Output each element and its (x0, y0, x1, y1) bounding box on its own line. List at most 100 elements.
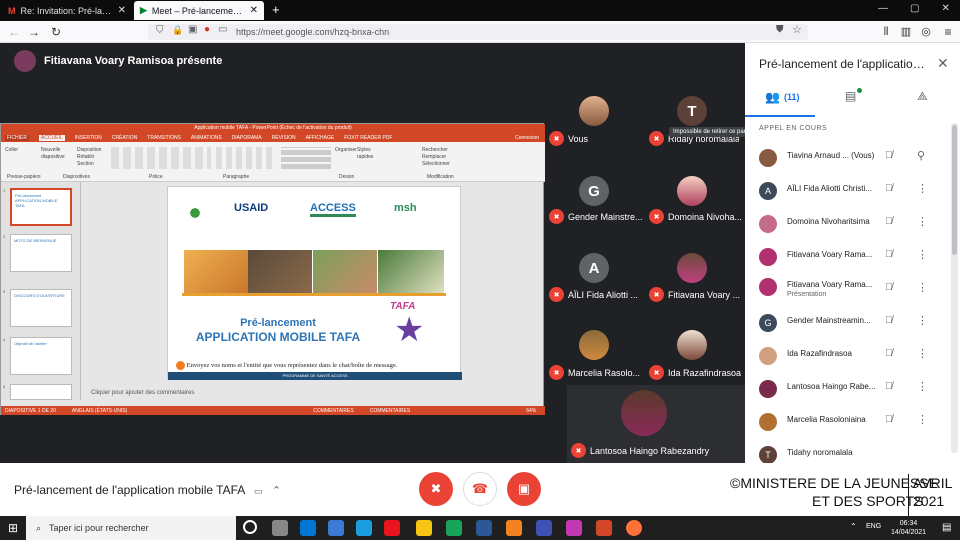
mic-off-icon[interactable]: 🎙̸ (885, 183, 893, 194)
ribbon-arrange[interactable]: Organiser (335, 147, 357, 154)
status-comments[interactable]: COMMENTAIRES (370, 408, 410, 414)
leave-call-button[interactable]: ☎ (463, 472, 497, 506)
maximize-button[interactable]: ▢ (910, 3, 919, 14)
ppt-menu-slideshow[interactable]: DIAPORAMA (232, 135, 262, 141)
status-notes[interactable]: COMMENTAIRES (313, 408, 353, 414)
ribbon-font-controls[interactable] (111, 147, 211, 169)
caption-icon[interactable]: ▭ (254, 486, 263, 496)
ppt-connexion[interactable]: Connexion (515, 135, 539, 141)
tile-ida[interactable]: ✖ Ida Razafindrasoa (649, 365, 741, 380)
new-tab-button[interactable]: + (272, 2, 280, 17)
more-options-icon[interactable]: ⋮ (917, 314, 928, 327)
cortana-icon[interactable] (243, 520, 257, 534)
ribbon-find[interactable]: Rechercher (422, 147, 448, 154)
mic-off-icon[interactable]: 🎙̸ (885, 381, 893, 392)
tile-domoina[interactable]: ✖ Domoina Nivoha... (649, 209, 742, 224)
mail-icon[interactable] (300, 520, 316, 536)
ppt-menu-view[interactable]: AFFICHAGE (306, 135, 335, 141)
opera-icon[interactable] (384, 520, 400, 536)
tab-gmail[interactable]: M Re: Invitation: Pré-lancement d ✕ (2, 1, 132, 20)
ppt-menu-design[interactable]: CRÉATION (112, 135, 137, 141)
ribbon-new-slide[interactable]: Nouvelle diapositive (41, 147, 69, 161)
mic-off-icon[interactable]: 🎙̸ (885, 282, 893, 293)
vlc-icon[interactable] (506, 520, 522, 536)
taskbar-search[interactable]: ⌕ Taper ici pour rechercher (26, 516, 236, 540)
participant-row[interactable]: G Gender Mainstreamin... 🎙̸ ⋮ (745, 306, 953, 339)
participant-row[interactable]: Fitiavana Voary Rama... 🎙̸ ⋮ (745, 240, 953, 273)
camera-toggle-button[interactable]: ▣ (507, 472, 541, 506)
tile-vous[interactable]: ✖ Vous (549, 131, 588, 146)
sidebar-icon[interactable]: ▥ (898, 24, 914, 40)
tab-people[interactable]: 👥 (11) (765, 90, 799, 104)
mic-off-icon[interactable]: 🎙̸ (885, 249, 893, 260)
forward-icon[interactable]: → (26, 24, 42, 40)
bookmark-star-icon[interactable]: ☆ (792, 23, 802, 36)
windows-start-icon[interactable]: ⊞ (0, 516, 26, 540)
app-icon[interactable] (566, 520, 582, 536)
more-options-icon[interactable]: ⋮ (917, 380, 928, 393)
screen-share-icon[interactable]: ▭ (218, 24, 227, 35)
slide-thumbnail[interactable]: MOTS DE BIENVENUE (10, 234, 72, 272)
tile-marcelia[interactable]: ✖ Marcelia Rasolo... (549, 365, 640, 380)
participant-row[interactable]: Fitiavana Voary Rama... Présentation 🎙̸ … (745, 273, 953, 306)
mic-off-icon[interactable]: 🎙̸ (885, 348, 893, 359)
ppt-menu-animations[interactable]: ANIMATIONS (191, 135, 222, 141)
slide-thumbnail[interactable]: DISCOURS D'OUVERTURE (10, 289, 72, 327)
task-view-icon[interactable] (272, 520, 288, 536)
ribbon-paragraph-controls[interactable] (216, 147, 276, 169)
app-icon[interactable] (536, 520, 552, 536)
chevron-up-icon[interactable]: ⌃ (272, 485, 281, 497)
participant-row[interactable]: T Tidahy noromalala (745, 438, 953, 463)
ribbon-quick-styles[interactable]: Styles rapides (357, 147, 379, 161)
status-language[interactable]: ANGLAIS (ÉTATS-UNIS) (72, 408, 127, 414)
pin-icon[interactable]: ⚲ (917, 149, 925, 162)
participant-row[interactable]: A AÏLI Fida Aliotti Christi... 🎙̸ ⋮ (745, 174, 953, 207)
ppt-menu-review[interactable]: RÉVISION (272, 135, 296, 141)
scrollbar-thumb[interactable] (952, 125, 957, 255)
menu-icon[interactable]: ≡ (940, 24, 956, 40)
ppt-menu-home[interactable]: ACCUEIL (39, 134, 65, 141)
mic-toggle-button[interactable]: ✖ (419, 472, 453, 506)
ppt-menu-foxit[interactable]: FOXIT READER PDF (344, 135, 392, 141)
reload-icon[interactable]: ↻ (48, 24, 64, 40)
more-options-icon[interactable]: ⋮ (917, 182, 928, 195)
ribbon-select[interactable]: Sélectionner (422, 161, 450, 168)
participant-row[interactable]: Ida Razafindrasoa 🎙̸ ⋮ (745, 339, 953, 372)
ppt-menu-file[interactable]: FICHIER (5, 134, 29, 141)
more-options-icon[interactable]: ⋮ (917, 347, 928, 360)
firefox-icon[interactable] (626, 520, 642, 536)
back-icon[interactable]: ← (6, 24, 22, 40)
app-icon[interactable] (446, 520, 462, 536)
close-icon[interactable]: ✕ (937, 55, 949, 72)
library-icon[interactable]: ⫴ (878, 24, 894, 40)
participant-row[interactable]: Domoina Nivoharitsima 🎙̸ ⋮ (745, 207, 953, 240)
ribbon-reset[interactable]: Rétablir (77, 154, 94, 161)
language-indicator[interactable]: ENG (866, 523, 881, 530)
mic-off-icon[interactable]: 🎙̸ (885, 150, 893, 161)
more-options-icon[interactable]: ⋮ (917, 215, 928, 228)
minimize-button[interactable]: — (878, 3, 888, 14)
tile-gender[interactable]: ✖ Gender Mainstre... (549, 209, 643, 224)
activities-icon[interactable]: ⟁ (917, 89, 928, 104)
more-options-icon[interactable]: ⋮ (917, 248, 928, 261)
participant-row[interactable]: Marcelia Rasoloniaina 🎙̸ ⋮ (745, 405, 953, 438)
ppt-menu-transitions[interactable]: TRANSITIONS (147, 135, 181, 141)
slide-thumbnail[interactable]: Objectif de l'atelier (10, 337, 72, 375)
close-tab-icon[interactable]: ✕ (250, 5, 258, 16)
edge-icon[interactable] (356, 520, 372, 536)
ribbon-paste[interactable]: Coller (5, 147, 18, 154)
tile-aili[interactable]: ✖ AÏLI Fida Aliotti ... (549, 287, 638, 302)
notification-icon[interactable]: ▤ (942, 522, 951, 533)
store-icon[interactable] (416, 520, 432, 536)
clock[interactable]: 06:34 14/04/2021 (891, 519, 926, 537)
ppt-menu-insert[interactable]: INSERTION (75, 135, 102, 141)
more-options-icon[interactable]: ⋮ (917, 281, 928, 294)
mic-off-icon[interactable]: 🎙̸ (885, 414, 893, 425)
mic-off-icon[interactable]: 🎙̸ (885, 315, 893, 326)
slide-thumbnail[interactable]: Pré-lancement APPLICATION MOBILE TAFA (10, 188, 72, 226)
meeting-details[interactable]: Pré-lancement de l'application mobile TA… (14, 483, 281, 497)
account-icon[interactable]: ◎ (918, 24, 934, 40)
status-zoom[interactable]: 64% (526, 408, 536, 414)
more-options-icon[interactable]: ⋮ (917, 413, 928, 426)
pocket-icon[interactable]: ⛊ (776, 24, 784, 35)
